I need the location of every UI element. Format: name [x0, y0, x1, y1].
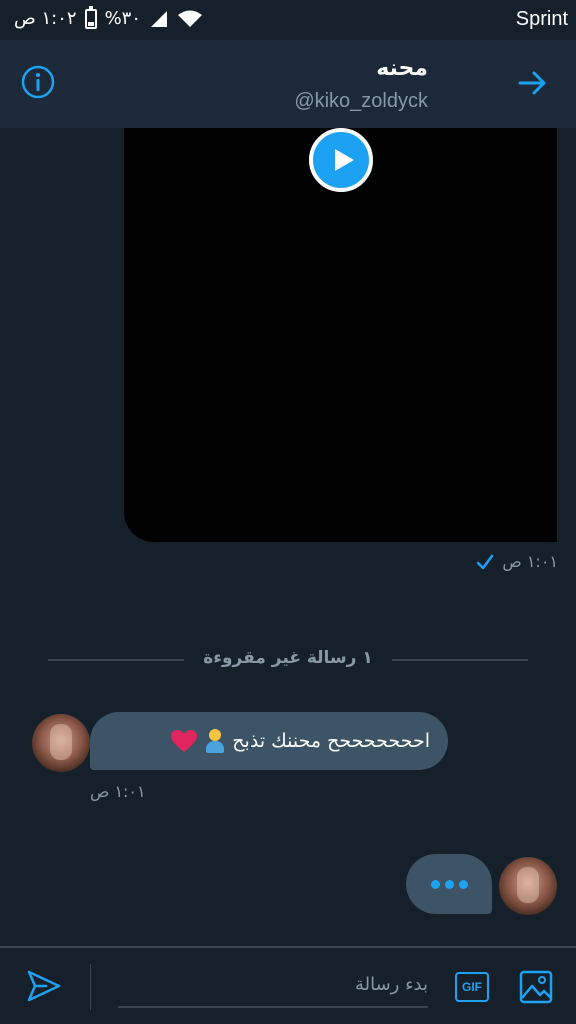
typing-indicator: [406, 854, 492, 914]
received-message-text: احححححححح محننك تذبح: [232, 730, 430, 752]
conversation-handle: @kiko_zoldyck: [294, 90, 428, 112]
check-icon: [477, 554, 494, 569]
typing-dot: [430, 879, 440, 889]
typing-dot: [458, 879, 468, 889]
facepalm-emoji-icon: [204, 729, 226, 753]
message-composer: GIF: [0, 946, 576, 1024]
send-icon: [27, 970, 61, 1002]
unread-count-label: ١ رسالة غير مقروءة: [203, 648, 373, 668]
typing-avatar[interactable]: [499, 857, 557, 915]
play-button[interactable]: [309, 128, 373, 192]
back-button[interactable]: [516, 66, 550, 100]
carrier-name: Sprint: [515, 8, 568, 30]
composer-separator: [90, 964, 91, 1010]
sent-message-meta: ١:٠١ ص: [476, 552, 558, 571]
typing-dot: [444, 879, 454, 889]
conversation-header: محنه @kiko_zoldyck: [0, 40, 576, 128]
send-button[interactable]: [26, 968, 62, 1004]
image-button[interactable]: [519, 970, 553, 1004]
unread-divider: ١ رسالة غير مقروءة: [48, 648, 528, 672]
status-left: ١:٠٢ ص %٣٠: [14, 5, 203, 29]
received-message-bubble[interactable]: احححححححح محننك تذبح: [90, 712, 448, 770]
image-icon: [519, 970, 553, 1004]
gif-button[interactable]: GIF: [455, 972, 489, 1002]
message-input[interactable]: [118, 962, 428, 1008]
conversation-title: محنه: [376, 56, 428, 81]
divider-line-right: [392, 659, 528, 661]
status-bar: ١:٠٢ ص %٣٠ Sprint: [0, 0, 576, 40]
battery-icon: [84, 5, 97, 29]
status-time: ١:٠٢ ص: [14, 8, 77, 29]
info-icon: [21, 65, 55, 99]
received-message-time: ١:٠١ ص: [90, 782, 146, 801]
arrow-icon: [518, 71, 546, 95]
dm-screen: ١:٠٢ ص %٣٠ Sprint محنه @kiko_zoldyck ١:٠…: [0, 0, 576, 1024]
wifi-icon: [178, 10, 203, 27]
battery-level: %٣٠: [104, 8, 142, 29]
signal-icon: [151, 10, 168, 27]
info-button[interactable]: [20, 64, 56, 100]
sent-message-time: ١:٠١ ص: [502, 552, 558, 571]
divider-line-left: [48, 659, 184, 661]
play-icon: [335, 149, 354, 171]
sender-avatar[interactable]: [32, 714, 90, 772]
sent-video-message[interactable]: [124, 128, 557, 542]
heart-icon: [171, 730, 198, 752]
